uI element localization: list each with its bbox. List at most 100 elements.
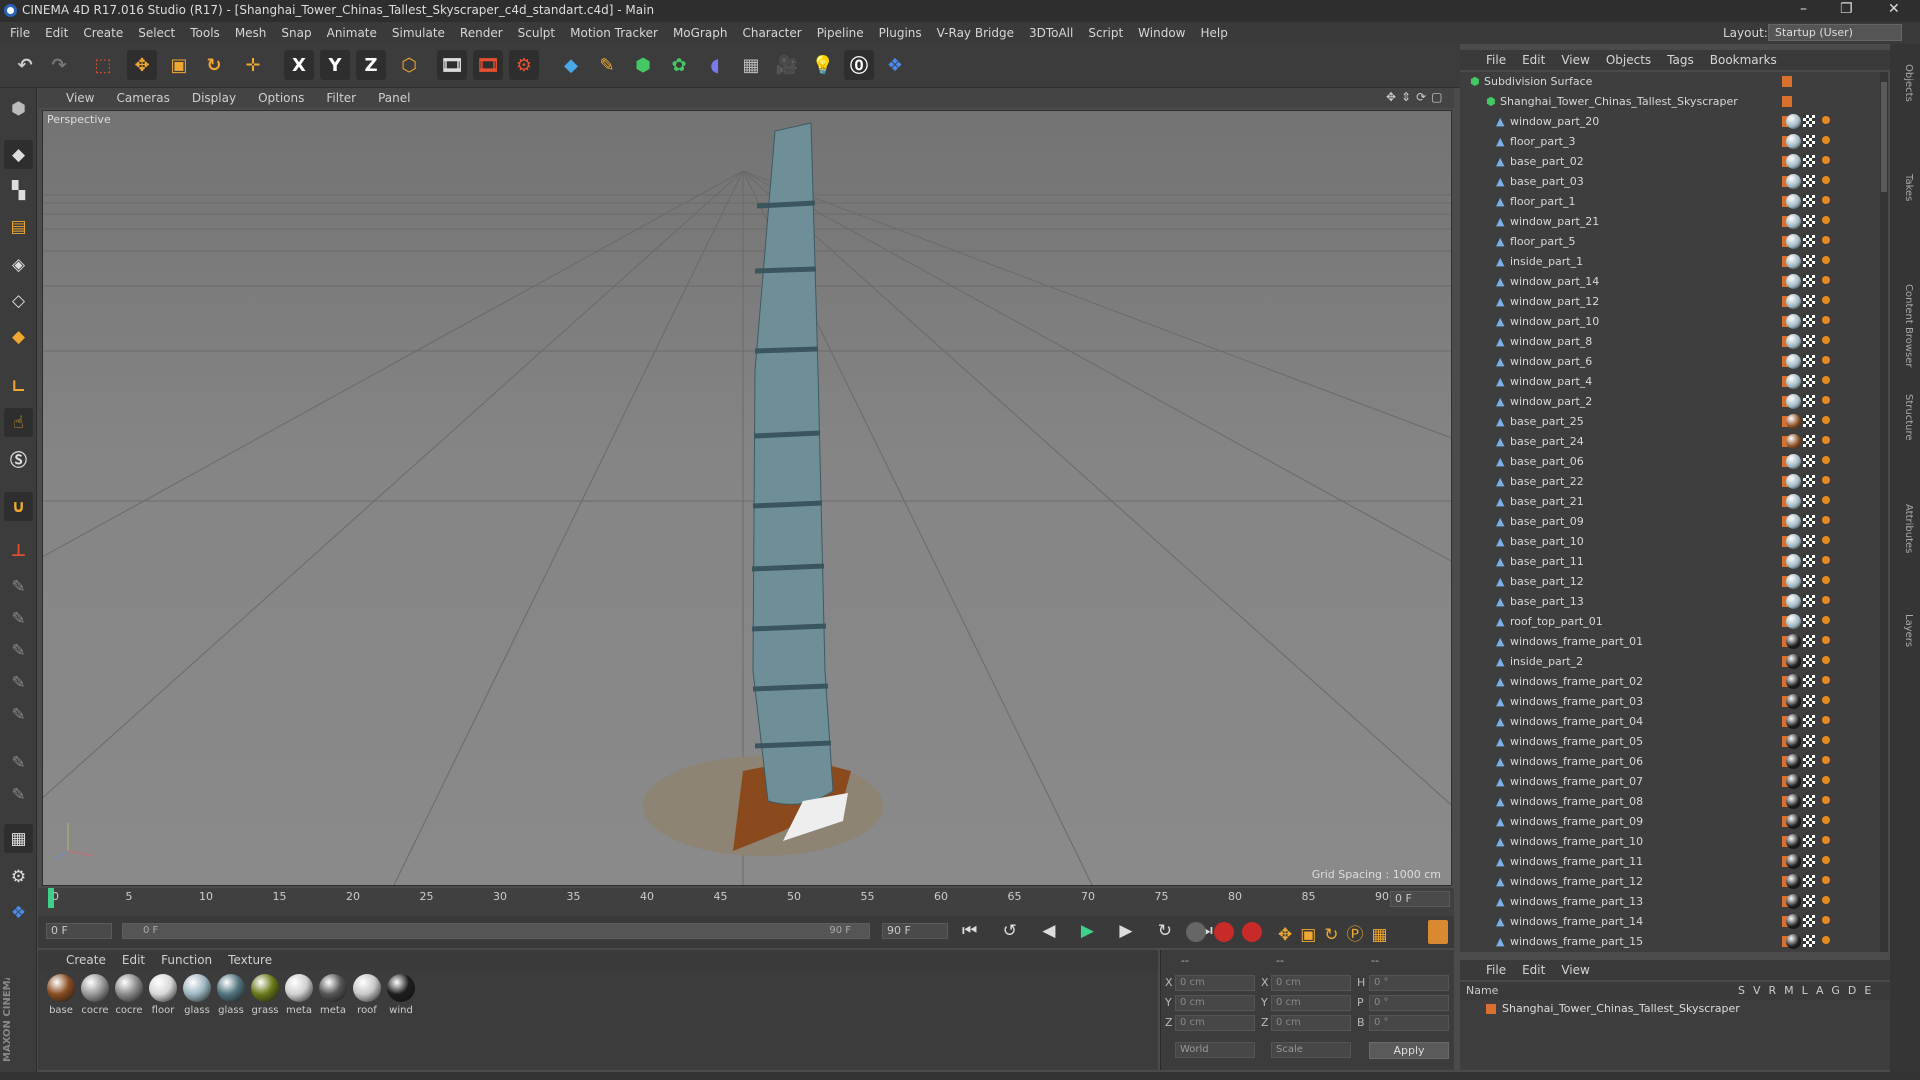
object-row[interactable]: ▲ base_part_02 bbox=[1460, 152, 1888, 172]
object-row[interactable]: ▲ windows_frame_part_12 bbox=[1460, 872, 1888, 892]
edges-mode-icon[interactable]: ◇ bbox=[4, 286, 33, 315]
material-swatch[interactable]: glass bbox=[180, 974, 214, 1016]
menu-script[interactable]: Script bbox=[1088, 26, 1123, 40]
object-row[interactable]: ▲ windows_frame_part_14 bbox=[1460, 912, 1888, 932]
menu-window[interactable]: Window bbox=[1138, 26, 1185, 40]
object-row[interactable]: ▲ base_part_06 bbox=[1460, 452, 1888, 472]
material-tag-icon[interactable] bbox=[1786, 914, 1801, 929]
object-list-scrollbar[interactable] bbox=[1880, 72, 1888, 952]
object-row-root[interactable]: ⬢ Shanghai_Tower_Chinas_Tallest_Skyscrape… bbox=[1460, 92, 1888, 112]
python-script-icon[interactable]: ❖ bbox=[4, 898, 33, 927]
material-swatch[interactable]: wind bbox=[384, 974, 418, 1016]
menu-v-ray-bridge[interactable]: V-Ray Bridge bbox=[937, 26, 1014, 40]
viewport-menu-filter[interactable]: Filter bbox=[326, 91, 356, 105]
position-z-field[interactable]: 0 cm bbox=[1175, 1015, 1255, 1031]
material-tag-icon[interactable] bbox=[1786, 374, 1801, 389]
material-swatch[interactable]: cocre bbox=[78, 974, 112, 1016]
side-tab-attributes[interactable]: Attributes bbox=[1903, 504, 1914, 553]
material-tag-icon[interactable] bbox=[1786, 814, 1801, 829]
size-x-field[interactable]: 0 cm bbox=[1271, 975, 1351, 991]
deformer-icon[interactable]: ◖ bbox=[700, 50, 730, 80]
material-tag-icon[interactable] bbox=[1786, 534, 1801, 549]
material-tag-icon[interactable] bbox=[1786, 114, 1801, 129]
undo-icon[interactable]: ↶ bbox=[10, 50, 40, 80]
material-swatch[interactable]: grass bbox=[248, 974, 282, 1016]
render-picture-viewer-icon[interactable]: 🎞 bbox=[473, 50, 503, 80]
rotation-h-field[interactable]: 0 ° bbox=[1369, 975, 1449, 991]
object-row[interactable]: ▲ floor_part_3 bbox=[1460, 132, 1888, 152]
material-tag-icon[interactable] bbox=[1786, 874, 1801, 889]
material-menu-texture[interactable]: Texture bbox=[228, 953, 272, 967]
object-row[interactable]: ▲ window_part_2 bbox=[1460, 392, 1888, 412]
layer-row[interactable]: Shanghai_Tower_Chinas_Tallest_Skyscraper bbox=[1460, 1000, 1890, 1018]
object-row[interactable]: ▲ base_part_12 bbox=[1460, 572, 1888, 592]
position-x-field[interactable]: 0 cm bbox=[1175, 975, 1255, 991]
menu-help[interactable]: Help bbox=[1200, 26, 1227, 40]
material-tag-icon[interactable] bbox=[1786, 694, 1801, 709]
material-tag-icon[interactable] bbox=[1786, 854, 1801, 869]
material-tag-icon[interactable] bbox=[1786, 554, 1801, 569]
object-row[interactable]: ▲ floor_part_5 bbox=[1460, 232, 1888, 252]
material-tag-icon[interactable] bbox=[1786, 194, 1801, 209]
material-menu-function[interactable]: Function bbox=[161, 953, 212, 967]
menu-mograph[interactable]: MoGraph bbox=[673, 26, 728, 40]
object-row[interactable]: ▲ windows_frame_part_08 bbox=[1460, 792, 1888, 812]
material-tag-icon[interactable] bbox=[1786, 134, 1801, 149]
menu-render[interactable]: Render bbox=[460, 26, 503, 40]
menu-character[interactable]: Character bbox=[742, 26, 801, 40]
menu-animate[interactable]: Animate bbox=[327, 26, 377, 40]
menu-create[interactable]: Create bbox=[83, 26, 123, 40]
material-tag-icon[interactable] bbox=[1786, 474, 1801, 489]
menu-simulate[interactable]: Simulate bbox=[392, 26, 445, 40]
material-tag-icon[interactable] bbox=[1786, 454, 1801, 469]
layer-menu-edit[interactable]: Edit bbox=[1522, 963, 1545, 977]
object-menu-bookmarks[interactable]: Bookmarks bbox=[1710, 53, 1777, 67]
material-tag-icon[interactable] bbox=[1786, 414, 1801, 429]
object-row[interactable]: ▲ inside_part_2 bbox=[1460, 652, 1888, 672]
object-row[interactable]: ▲ windows_frame_part_10 bbox=[1460, 832, 1888, 852]
object-row[interactable]: ▲ window_part_20 bbox=[1460, 112, 1888, 132]
menu-sculpt[interactable]: Sculpt bbox=[518, 26, 555, 40]
material-tag-icon[interactable] bbox=[1786, 594, 1801, 609]
material-tag-icon[interactable] bbox=[1786, 394, 1801, 409]
object-row-root[interactable]: ⬢ Subdivision Surface bbox=[1460, 72, 1888, 92]
side-tab-objects[interactable]: Objects bbox=[1903, 64, 1914, 102]
viewport-nav-icons[interactable]: ✥⇕⟳▢ bbox=[1386, 90, 1452, 106]
end-frame-field[interactable]: 90 F bbox=[882, 923, 948, 939]
material-tag-icon[interactable] bbox=[1786, 634, 1801, 649]
material-tag-icon[interactable] bbox=[1786, 214, 1801, 229]
scale-tool-icon[interactable]: ▣ bbox=[164, 50, 194, 80]
transform-tool-icon[interactable]: ✛ bbox=[238, 50, 268, 80]
object-row[interactable]: ▲ base_part_11 bbox=[1460, 552, 1888, 572]
object-row[interactable]: ▲ roof_top_part_01 bbox=[1460, 612, 1888, 632]
object-menu-tags[interactable]: Tags bbox=[1667, 53, 1694, 67]
polygons-mode-icon[interactable]: ◆ bbox=[4, 322, 33, 351]
material-menu-create[interactable]: Create bbox=[66, 953, 106, 967]
autokey-icon[interactable] bbox=[1242, 922, 1262, 942]
viewport-menu-options[interactable]: Options bbox=[258, 91, 304, 105]
redo-icon[interactable]: ↷ bbox=[44, 50, 74, 80]
material-tag-icon[interactable] bbox=[1786, 494, 1801, 509]
floor-object-icon[interactable]: ▦ bbox=[736, 50, 766, 80]
coord-mode-select[interactable]: World bbox=[1175, 1042, 1255, 1058]
material-tag-icon[interactable] bbox=[1786, 614, 1801, 629]
side-tab-layers[interactable]: Layers bbox=[1903, 614, 1914, 647]
object-row[interactable]: ▲ windows_frame_part_06 bbox=[1460, 752, 1888, 772]
cube-object-icon[interactable]: ◆ bbox=[556, 50, 586, 80]
material-tag-icon[interactable] bbox=[1786, 334, 1801, 349]
vray-icon[interactable]: ⓪ bbox=[844, 50, 874, 80]
object-row[interactable]: ▲ window_part_21 bbox=[1460, 212, 1888, 232]
object-row[interactable]: ▲ window_part_14 bbox=[1460, 272, 1888, 292]
material-tag-icon[interactable] bbox=[1786, 774, 1801, 789]
object-row[interactable]: ▲ windows_frame_part_07 bbox=[1460, 772, 1888, 792]
object-row[interactable]: ▲ base_part_09 bbox=[1460, 512, 1888, 532]
material-swatch[interactable]: base bbox=[44, 974, 78, 1016]
object-row[interactable]: ▲ windows_frame_part_13 bbox=[1460, 892, 1888, 912]
object-row[interactable]: ▲ window_part_10 bbox=[1460, 312, 1888, 332]
material-tag-icon[interactable] bbox=[1786, 294, 1801, 309]
menu-snap[interactable]: Snap bbox=[281, 26, 311, 40]
material-tag-icon[interactable] bbox=[1786, 834, 1801, 849]
material-tag-icon[interactable] bbox=[1786, 574, 1801, 589]
rotation-b-field[interactable]: 0 ° bbox=[1369, 1015, 1449, 1031]
object-row[interactable]: ▲ windows_frame_part_05 bbox=[1460, 732, 1888, 752]
